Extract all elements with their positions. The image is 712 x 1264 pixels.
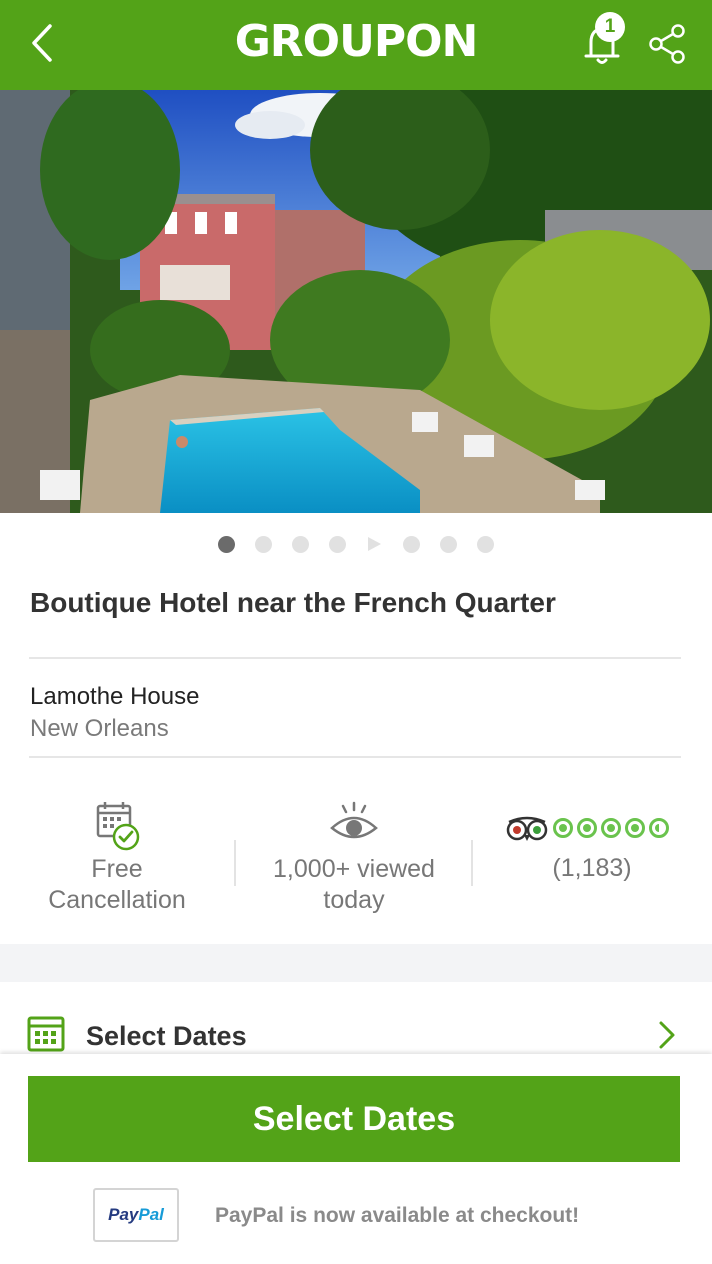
- rating-bubble-filled: [601, 818, 621, 838]
- bottom-action-bar: Select Dates Pay Pal PayPal is now availa…: [0, 1054, 712, 1264]
- rating-bubble-filled: [625, 818, 645, 838]
- feature-separator: [471, 840, 473, 886]
- divider: [29, 756, 681, 758]
- review-count[interactable]: (1,183): [492, 853, 692, 884]
- calendar-icon: [27, 1016, 65, 1052]
- select-dates-row[interactable]: Select Dates: [0, 1000, 712, 1060]
- free-cancellation-feature: Free Cancellation: [30, 800, 204, 916]
- section-spacer: [0, 944, 712, 982]
- notification-badge: 1: [595, 12, 625, 42]
- views-line1: 1,000+ viewed: [273, 855, 435, 883]
- chevron-right-icon: [659, 1021, 675, 1049]
- gallery-dot[interactable]: [292, 535, 309, 553]
- tripadvisor-owl-icon: [506, 816, 548, 841]
- hero-photo[interactable]: [0, 90, 712, 513]
- share-button[interactable]: [646, 22, 690, 66]
- gallery-dot[interactable]: [403, 535, 420, 553]
- divider: [29, 657, 681, 659]
- views-line2: today: [323, 886, 385, 914]
- paypal-logo: Pay Pal: [93, 1188, 179, 1242]
- gallery-dot[interactable]: [477, 535, 494, 553]
- rating-bubble-filled: [553, 818, 573, 838]
- tripadvisor-rating[interactable]: [505, 815, 669, 841]
- free-cancellation-line1: Free: [91, 855, 143, 883]
- rating-bubble-half: [649, 818, 669, 838]
- free-cancellation-line2: Cancellation: [48, 886, 186, 914]
- merchant-location: New Orleans: [30, 715, 169, 742]
- views-feature: 1,000+ viewed today: [254, 800, 454, 916]
- gallery-dot-active[interactable]: [218, 535, 235, 553]
- eye-icon: [330, 801, 378, 839]
- gallery-dot[interactable]: [329, 535, 346, 553]
- gallery-dot[interactable]: [440, 535, 457, 553]
- rating-bubble-filled: [577, 818, 597, 838]
- paypal-message: PayPal is now available at checkout!: [215, 1204, 580, 1227]
- share-icon: [649, 24, 685, 64]
- app-header: GROUPON 1: [0, 0, 712, 90]
- merchant-name[interactable]: Lamothe House: [30, 683, 199, 711]
- play-icon: [368, 537, 381, 551]
- paypal-logo-pal: Pal: [138, 1205, 164, 1224]
- hotel-courtyard-image: [0, 90, 712, 513]
- gallery-dot[interactable]: [255, 535, 272, 553]
- deal-title: Boutique Hotel near the French Quarter: [30, 587, 556, 618]
- select-dates-label: Select Dates: [86, 1021, 247, 1051]
- gallery-pagination: [0, 534, 712, 554]
- select-dates-button[interactable]: Select Dates: [28, 1076, 680, 1162]
- gallery-video-dot[interactable]: [366, 536, 383, 553]
- paypal-logo-pay: Pay: [108, 1205, 139, 1224]
- calendar-check-icon: [96, 802, 140, 851]
- feature-separator: [234, 840, 236, 886]
